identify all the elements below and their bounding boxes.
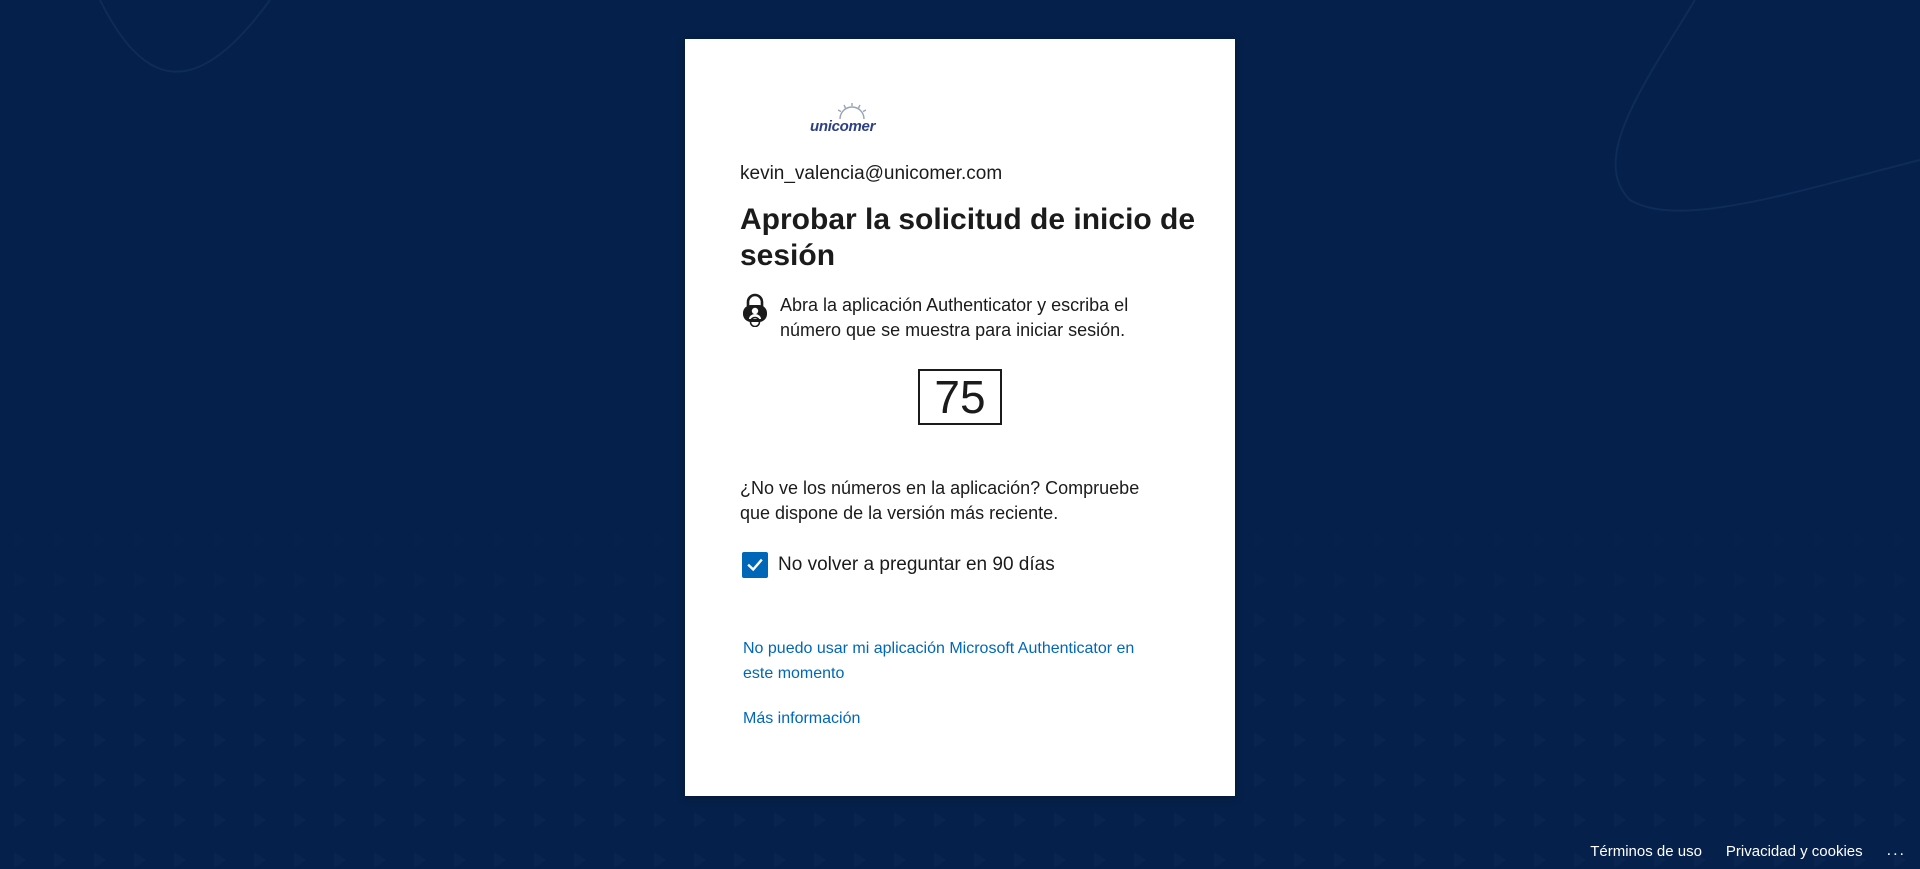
terms-link[interactable]: Términos de uso [1590, 843, 1702, 860]
account-email: kevin_valencia@unicomer.com [740, 163, 1003, 184]
footer: Términos de uso Privacidad y cookies ... [1590, 833, 1920, 869]
more-options-button[interactable]: ... [1887, 842, 1906, 860]
signin-card: unicomer kevin_valencia@unicomer.com Apr… [685, 39, 1235, 796]
page-title: Aprobar la solicitud de inicio de sesión [740, 203, 1196, 272]
remember-label[interactable]: No volver a preguntar en 90 días [778, 554, 1055, 576]
verification-number: 75 [918, 369, 1002, 425]
help-text: ¿No ve los números en la aplicación? Com… [740, 478, 1140, 523]
instruction-text: Abra la aplicación Authenticator y escri… [780, 295, 1129, 340]
cannot-use-app-link[interactable]: No puedo usar mi aplicación Microsoft Au… [743, 636, 1163, 686]
privacy-link[interactable]: Privacidad y cookies [1726, 843, 1863, 860]
unicomer-logo: unicomer [810, 101, 920, 141]
authenticator-lock-icon [743, 293, 767, 327]
checkmark-icon [747, 558, 763, 572]
remember-option: No volver a preguntar en 90 días [742, 551, 1055, 579]
logo-text: unicomer [810, 118, 876, 135]
more-info-link[interactable]: Más información [743, 706, 860, 731]
remember-checkbox[interactable] [742, 552, 768, 578]
